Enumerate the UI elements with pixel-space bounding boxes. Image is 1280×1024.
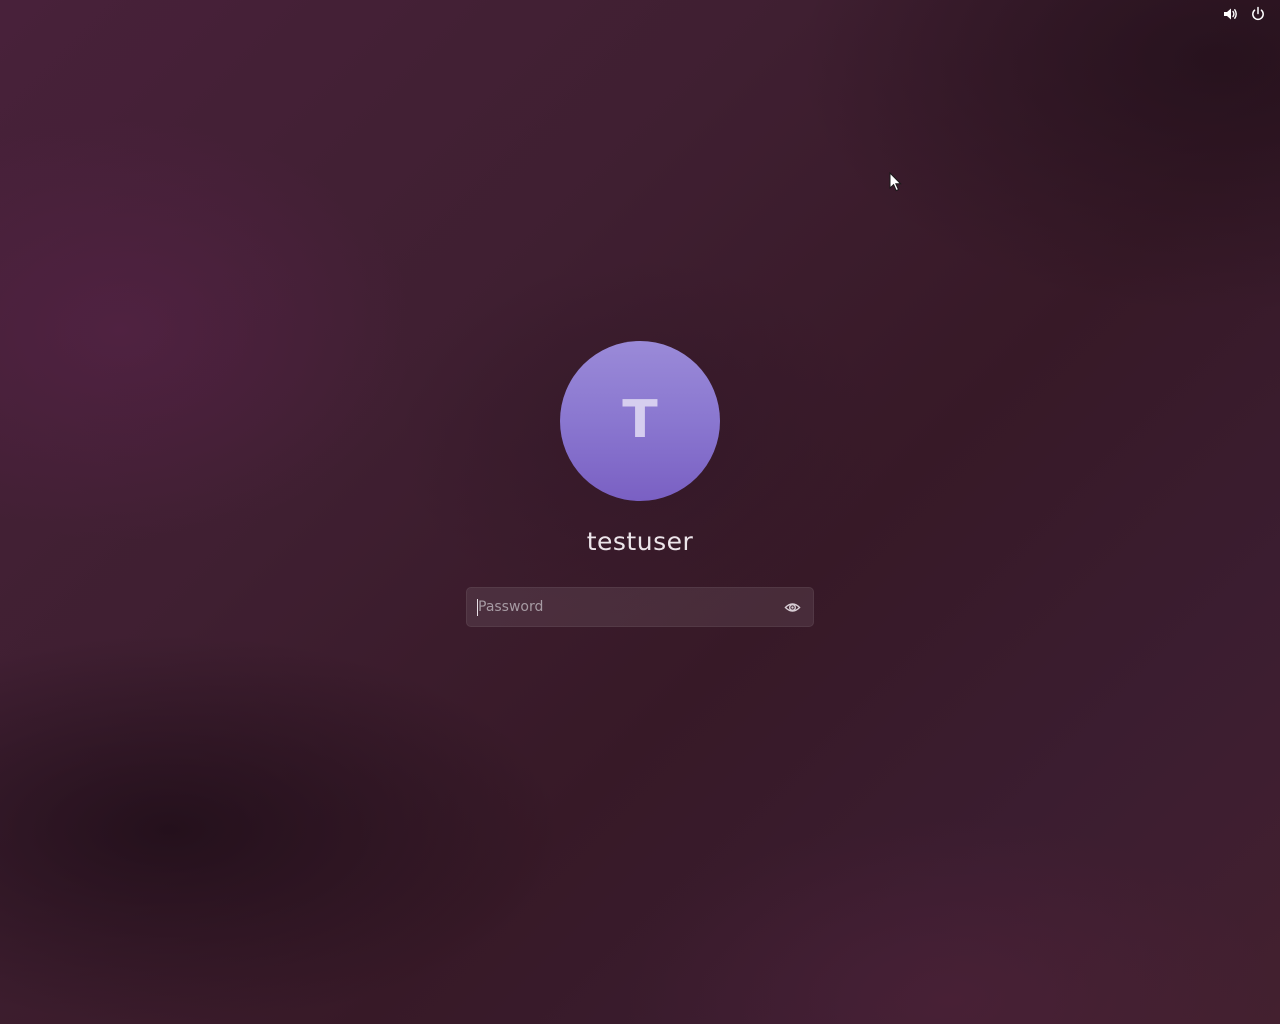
login-box: T testuser <box>466 341 814 627</box>
speaker-volume-icon[interactable] <box>1222 6 1238 22</box>
top-bar <box>1222 6 1266 22</box>
avatar[interactable]: T <box>560 341 720 501</box>
password-input[interactable] <box>478 588 775 626</box>
password-field[interactable] <box>466 587 814 627</box>
avatar-initial: T <box>622 390 658 450</box>
username-label: testuser <box>586 527 694 556</box>
eye-icon[interactable] <box>781 596 803 618</box>
power-icon[interactable] <box>1250 6 1266 22</box>
mouse-pointer-icon <box>889 171 903 193</box>
